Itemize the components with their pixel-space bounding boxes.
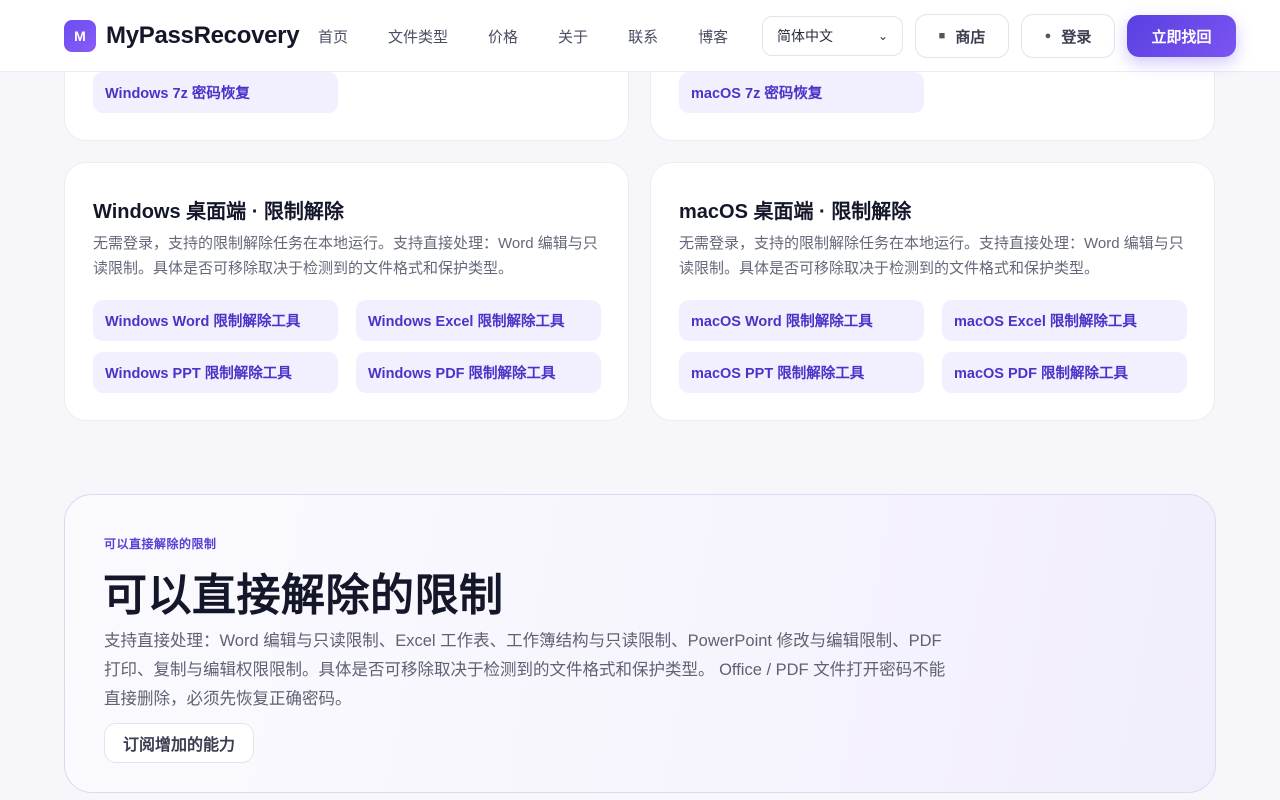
- shop-label: 商店: [955, 28, 986, 46]
- windows-restriction-card: Windows 桌面端 · 限制解除 无需登录，支持的限制解除任务在本地运行。支…: [64, 162, 629, 421]
- user-icon: ●: [1044, 30, 1052, 42]
- language-value: 简体中文: [777, 28, 833, 44]
- logo-icon: M: [64, 20, 96, 52]
- windows-ppt-tool-link[interactable]: Windows PPT 限制解除工具: [93, 352, 338, 393]
- subscribe-capabilities-button[interactable]: 订阅增加的能力: [104, 723, 254, 763]
- brand-name: MyPassRecovery: [106, 22, 300, 49]
- macos-restriction-card: macOS 桌面端 · 限制解除 无需登录，支持的限制解除任务在本地运行。支持直…: [650, 162, 1215, 421]
- card-title: macOS 桌面端 · 限制解除: [679, 201, 912, 223]
- card-title: Windows 桌面端 · 限制解除: [93, 201, 344, 223]
- windows-7z-recovery-link[interactable]: Windows 7z 密码恢复: [93, 72, 338, 113]
- macos-ppt-tool-link[interactable]: macOS PPT 限制解除工具: [679, 352, 924, 393]
- shop-icon: ■: [938, 30, 946, 42]
- restrictions-feature-section: 可以直接解除的限制 可以直接解除的限制 支持直接处理：Word 编辑与只读限制、…: [64, 494, 1216, 793]
- nav-about[interactable]: 关于: [538, 26, 608, 47]
- nav-file-types[interactable]: 文件类型: [368, 26, 468, 47]
- section-title: 可以直接解除的限制: [103, 571, 504, 620]
- nav-home[interactable]: 首页: [298, 26, 368, 47]
- chevron-down-icon: ⌄: [877, 29, 888, 43]
- macos-7z-recovery-link[interactable]: macOS 7z 密码恢复: [679, 72, 924, 113]
- section-body: 支持直接处理：Word 编辑与只读限制、Excel 工作表、工作簿结构与只读限制…: [104, 632, 946, 708]
- macos-word-tool-link[interactable]: macOS Word 限制解除工具: [679, 300, 924, 341]
- recover-now-button[interactable]: 立即找回: [1127, 15, 1236, 57]
- site-header: M MyPassRecovery 首页 文件类型 价格 关于 联系 博客 简体中…: [0, 0, 1280, 72]
- nav-pricing[interactable]: 价格: [468, 26, 538, 47]
- card-description: 无需登录，支持的限制解除任务在本地运行。支持直接处理：Word 编辑与只读限制。…: [679, 235, 1184, 277]
- main-nav: 首页 文件类型 价格 关于 联系 博客: [298, 0, 748, 72]
- login-label: 登录: [1061, 28, 1092, 46]
- section-eyebrow: 可以直接解除的限制: [104, 537, 217, 551]
- language-select[interactable]: 简体中文 ⌄: [762, 16, 903, 56]
- windows-word-tool-link[interactable]: Windows Word 限制解除工具: [93, 300, 338, 341]
- logo[interactable]: M MyPassRecovery: [64, 20, 300, 52]
- card-description: 无需登录，支持的限制解除任务在本地运行。支持直接处理：Word 编辑与只读限制。…: [93, 235, 598, 277]
- macos-pdf-tool-link[interactable]: macOS PDF 限制解除工具: [942, 352, 1187, 393]
- windows-excel-tool-link[interactable]: Windows Excel 限制解除工具: [356, 300, 601, 341]
- nav-contact[interactable]: 联系: [608, 26, 678, 47]
- shop-button[interactable]: ■ 商店: [915, 14, 1009, 58]
- login-button[interactable]: ● 登录: [1021, 14, 1115, 58]
- nav-blog[interactable]: 博客: [678, 26, 748, 47]
- macos-excel-tool-link[interactable]: macOS Excel 限制解除工具: [942, 300, 1187, 341]
- windows-pdf-tool-link[interactable]: Windows PDF 限制解除工具: [356, 352, 601, 393]
